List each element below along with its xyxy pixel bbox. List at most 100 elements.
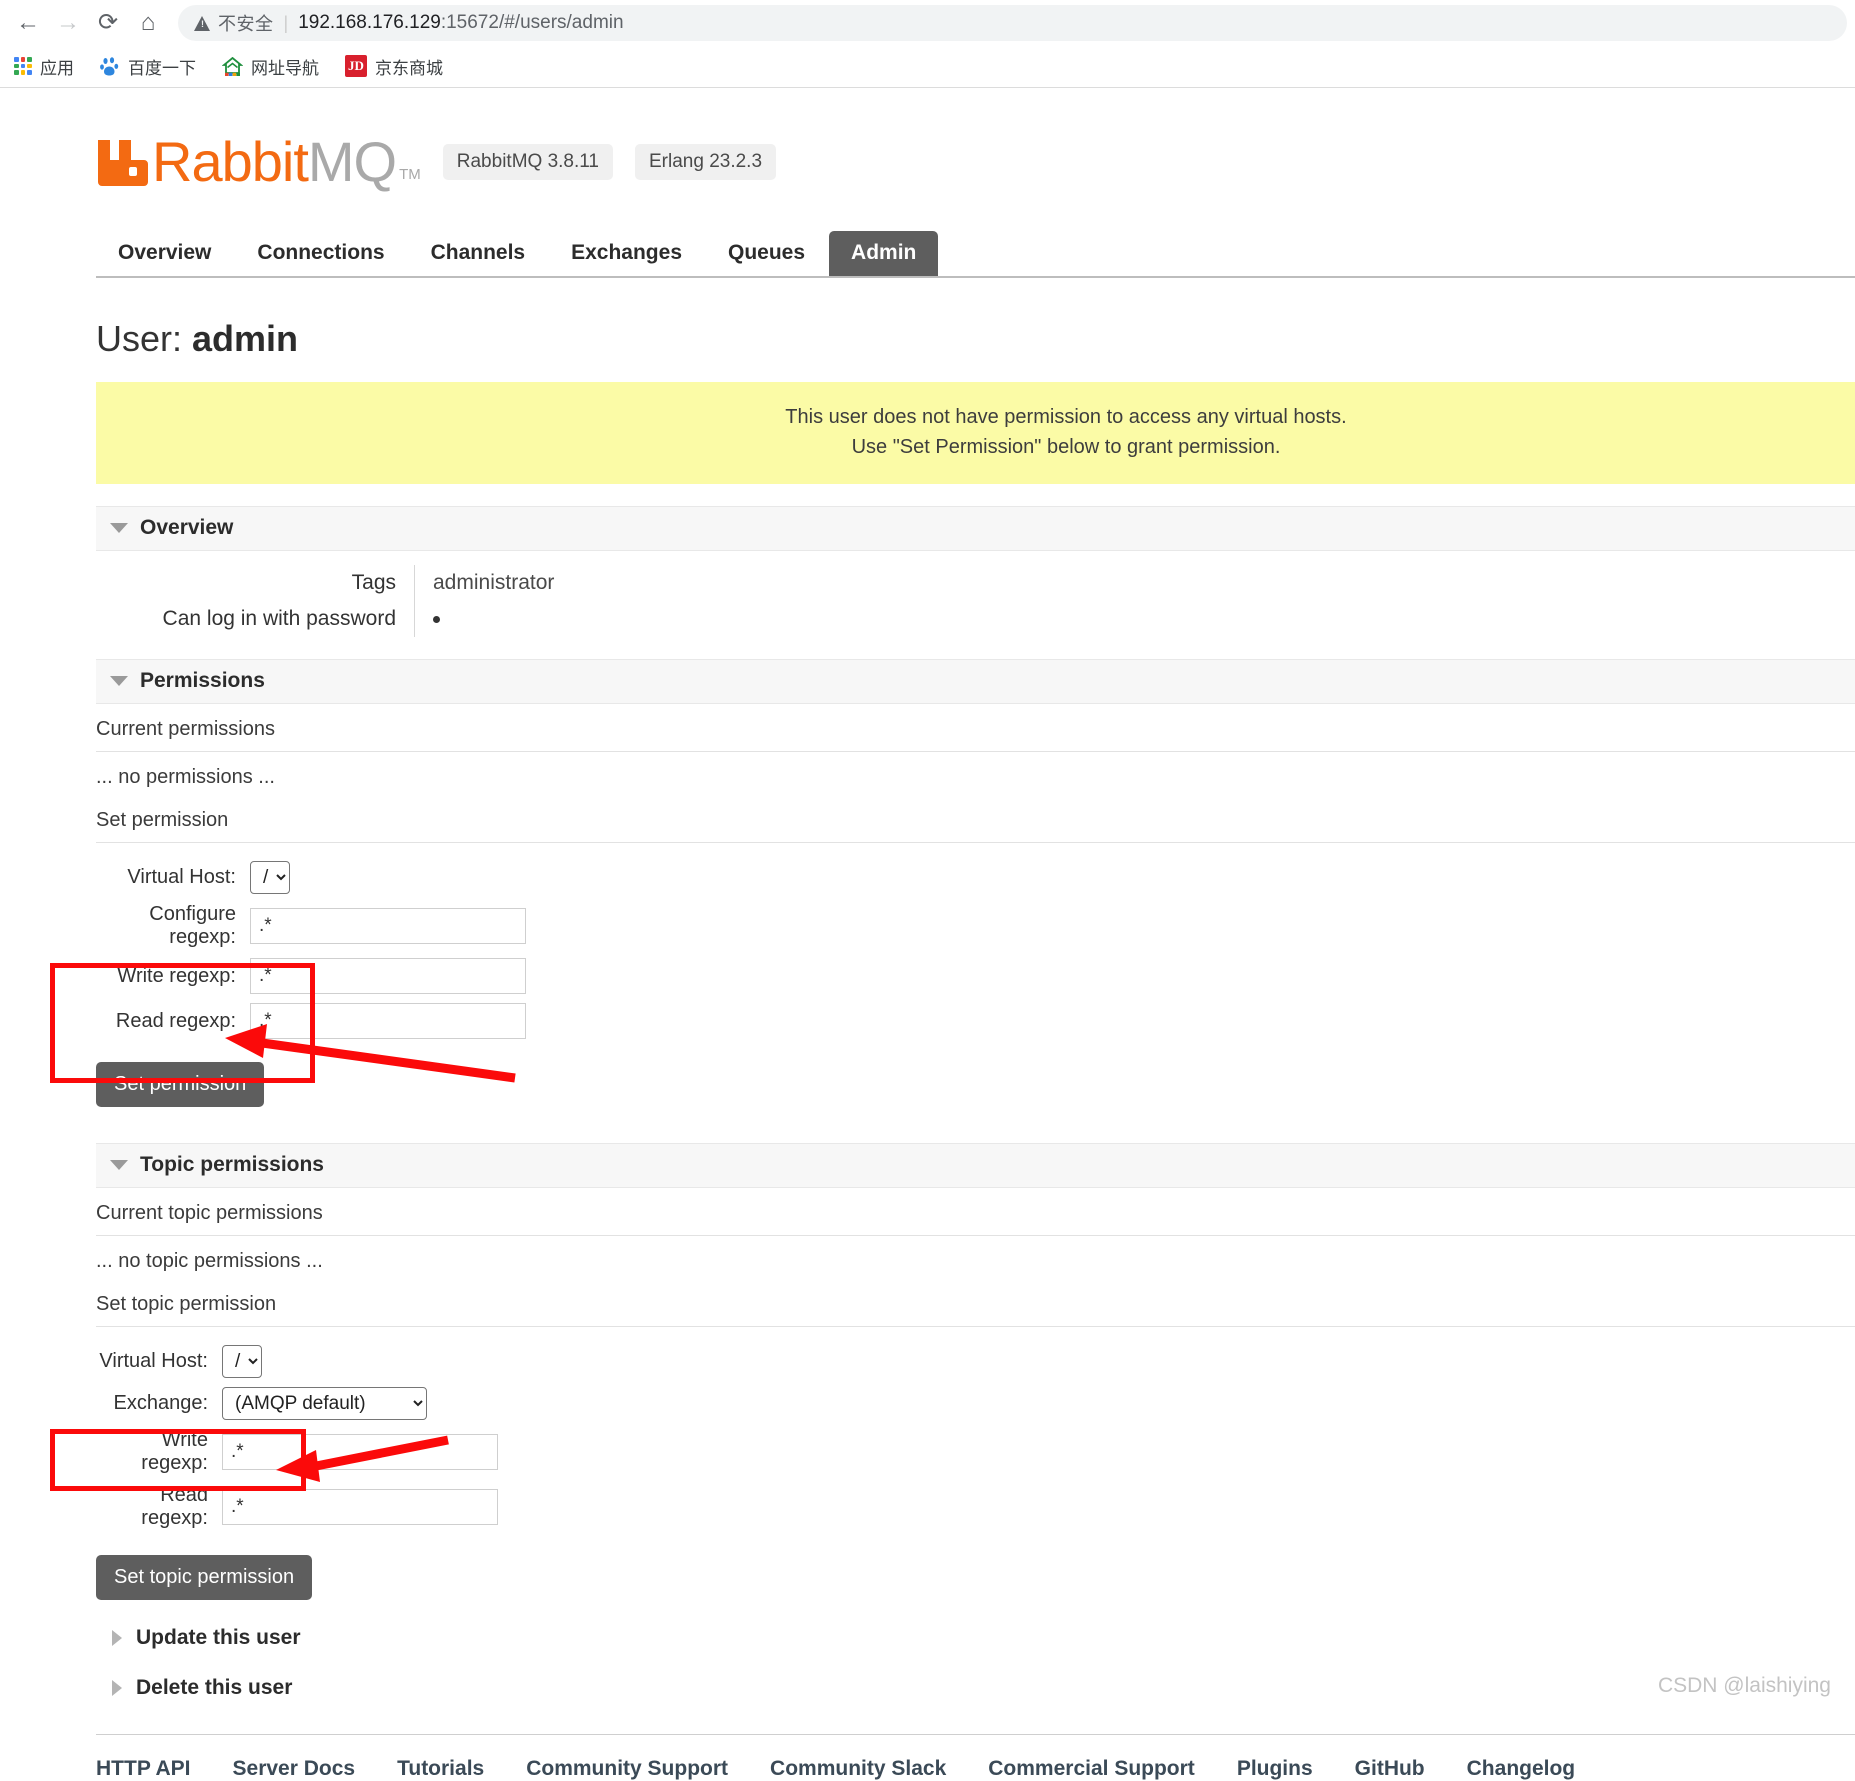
chevron-down-icon <box>110 1160 128 1170</box>
footer-link-server-docs[interactable]: Server Docs <box>233 1757 356 1781</box>
table-row: Can log in with password <box>96 601 554 637</box>
section-header-overview[interactable]: Overview <box>96 506 1855 551</box>
nav2345-icon <box>221 56 244 76</box>
main-nav-tabs: Overview Connections Channels Exchanges … <box>96 231 1855 278</box>
topic-write-regexp-input[interactable] <box>222 1434 498 1470</box>
omnibox-divider: | <box>283 12 289 33</box>
section-header-topic-permissions[interactable]: Topic permissions <box>96 1143 1855 1188</box>
configure-regexp-input[interactable] <box>250 908 526 944</box>
password-dot-icon <box>433 615 440 623</box>
topic-form-row-read: Read regexp: <box>96 1484 1855 1530</box>
form-row-write: Write regexp: <box>96 958 1855 994</box>
trademark-label: TM <box>399 166 421 183</box>
sections-wrap: Overview Tags administrator Can log in w… <box>96 506 1855 1781</box>
home-icon[interactable]: ⌂ <box>128 3 168 43</box>
tab-overview[interactable]: Overview <box>96 231 233 276</box>
footer-link-changelog[interactable]: Changelog <box>1467 1757 1576 1781</box>
address-bar[interactable]: 不安全 | 192.168.176.129:15672/#/users/admi… <box>178 5 1847 41</box>
url-text: 192.168.176.129:15672/#/users/admin <box>298 12 623 34</box>
set-topic-permission-button[interactable]: Set topic permission <box>96 1555 313 1600</box>
topic-form-row-exchange: Exchange: (AMQP default) <box>96 1387 1855 1420</box>
rabbitmq-version-badge: RabbitMQ 3.8.11 <box>442 144 613 180</box>
section-header-permissions[interactable]: Permissions <box>96 659 1855 704</box>
bookmark-baidu-label: 百度一下 <box>128 58 196 78</box>
rabbitmq-logo[interactable]: RabbitMQ TM <box>96 134 421 190</box>
not-secure-label: 不安全 <box>218 14 274 34</box>
form-row-configure: Configure regexp: <box>96 903 1855 949</box>
footer-link-plugins[interactable]: Plugins <box>1237 1757 1313 1781</box>
apps-grid-icon <box>14 57 32 75</box>
write-regexp-input[interactable] <box>250 958 526 994</box>
bookmark-2345-label: 网址导航 <box>251 58 319 78</box>
tab-exchanges[interactable]: Exchanges <box>549 231 704 276</box>
topic-vhost-select[interactable]: / <box>222 1345 262 1378</box>
current-permissions-label: Current permissions <box>96 704 1855 752</box>
tags-label: Tags <box>96 565 415 601</box>
bookmark-jd[interactable]: JD 京东商城 <box>345 54 443 79</box>
chevron-down-icon <box>110 676 128 686</box>
tab-queues[interactable]: Queues <box>706 231 827 276</box>
tab-channels[interactable]: Channels <box>409 231 548 276</box>
permission-warning-banner: This user does not have permission to ac… <box>96 382 1855 484</box>
footer-link-community-slack[interactable]: Community Slack <box>770 1757 946 1781</box>
read-regexp-label: Read regexp: <box>115 1009 236 1032</box>
logo-rabbit-text: Rabbit <box>152 130 309 193</box>
current-topic-permissions-empty: ... no topic permissions ... <box>96 1250 323 1272</box>
not-secure-warning-icon <box>194 15 211 31</box>
reload-icon[interactable]: ⟳ <box>88 3 128 43</box>
topic-read-regexp-input[interactable] <box>222 1489 498 1525</box>
baidu-paw-icon <box>100 56 120 76</box>
section-header-update-user[interactable]: Update this user <box>112 1626 1855 1650</box>
back-icon[interactable]: ← <box>8 3 48 43</box>
footer-link-commercial-support[interactable]: Commercial Support <box>988 1757 1195 1781</box>
vhost-select[interactable]: / <box>250 861 290 894</box>
overview-table: Tags administrator Can log in with passw… <box>96 565 554 637</box>
form-row-vhost: Virtual Host: / <box>96 861 1855 894</box>
chevron-right-icon <box>112 1680 122 1696</box>
url-host: 192.168.176.129 <box>298 12 441 33</box>
tab-admin[interactable]: Admin <box>829 231 939 276</box>
rabbitmq-wordmark: RabbitMQ <box>152 134 397 190</box>
set-permission-label: Set permission <box>96 795 1855 843</box>
set-permission-button[interactable]: Set permission <box>96 1062 265 1107</box>
page-wrap: RabbitMQ TM RabbitMQ 3.8.11 Erlang 23.2.… <box>96 88 1855 360</box>
topic-exchange-label: Exchange: <box>113 1392 208 1414</box>
forward-icon[interactable]: → <box>48 3 88 43</box>
footer-link-github[interactable]: GitHub <box>1355 1757 1425 1781</box>
topic-form-row-write: Write regexp: <box>96 1429 1855 1475</box>
read-regexp-input[interactable] <box>250 1003 526 1039</box>
password-label: Can log in with password <box>96 601 415 637</box>
jd-icon: JD <box>345 55 367 77</box>
delete-user-label: Delete this user <box>136 1676 293 1699</box>
vhost-label: Virtual Host: <box>127 866 236 888</box>
bookmark-apps[interactable]: 应用 <box>14 54 74 79</box>
rabbitmq-mark-icon <box>96 138 148 186</box>
footer-link-community-support[interactable]: Community Support <box>526 1757 728 1781</box>
footer-link-http-api[interactable]: HTTP API <box>96 1757 191 1781</box>
watermark: CSDN @laishiying <box>1657 1674 1831 1697</box>
bookmark-apps-label: 应用 <box>40 58 74 78</box>
footer-link-tutorials[interactable]: Tutorials <box>397 1757 484 1781</box>
password-value <box>415 601 555 637</box>
current-permissions-empty: ... no permissions ... <box>96 766 275 788</box>
tags-value: administrator <box>433 571 555 594</box>
logo-mq-text: MQ <box>307 130 397 193</box>
bookmark-baidu[interactable]: 百度一下 <box>100 54 196 79</box>
topic-form-row-vhost: Virtual Host: / <box>96 1345 1855 1378</box>
url-path: :15672/#/users/admin <box>440 12 624 33</box>
bookmark-2345-nav[interactable]: 网址导航 <box>221 54 319 79</box>
browser-chrome: ← → ⟳ ⌂ 不安全 | 192.168.176.129:15672/#/us… <box>0 0 1855 88</box>
section-header-delete-user[interactable]: Delete this user <box>112 1676 1855 1700</box>
chevron-right-icon <box>112 1630 122 1646</box>
current-topic-permissions-label: Current topic permissions <box>96 1188 1855 1236</box>
section-overview-label: Overview <box>140 516 234 539</box>
tab-connections[interactable]: Connections <box>235 231 406 276</box>
topic-exchange-select[interactable]: (AMQP default) <box>222 1387 427 1420</box>
erlang-version-badge: Erlang 23.2.3 <box>635 144 777 180</box>
configure-regexp-label: Configure regexp: <box>149 903 236 948</box>
section-permissions-label: Permissions <box>140 669 265 692</box>
set-topic-permission-form: Virtual Host: / Exchange: (AMQP default)… <box>96 1345 1855 1600</box>
form-row-read: Read regexp: <box>96 1003 1855 1039</box>
write-regexp-label: Write regexp: <box>117 964 236 987</box>
set-permission-form: Virtual Host: / Configure regexp: Write … <box>96 861 1855 1121</box>
